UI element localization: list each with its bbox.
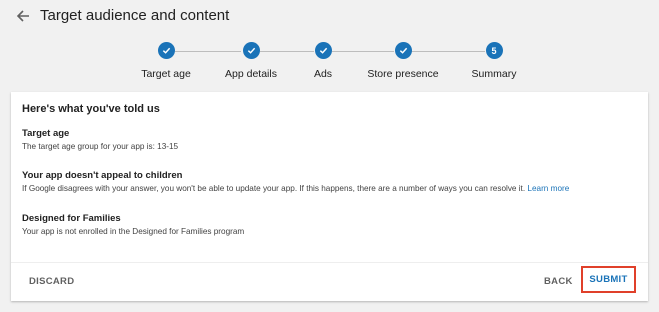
check-icon	[314, 42, 332, 59]
page-title: Target audience and content	[40, 7, 230, 24]
card-title: Here's what you've told us	[22, 103, 160, 115]
check-icon	[157, 42, 175, 59]
progress-stepper: Target age App details Ads Store presenc…	[0, 38, 659, 88]
section-text-target-age: The target age group for your app is: 13…	[22, 142, 179, 151]
appeal-description: If Google disagrees with your answer, yo…	[22, 184, 526, 193]
step-summary[interactable]: 5 Summary	[444, 42, 544, 80]
section-heading-target-age: Target age	[22, 128, 70, 139]
step-label: Ads	[313, 68, 333, 80]
check-icon	[242, 42, 260, 59]
footer-divider	[11, 262, 648, 263]
step-label: Store presence	[367, 68, 439, 80]
step-label: Summary	[471, 68, 517, 80]
submit-button[interactable]: SUBMIT	[581, 266, 636, 293]
step-label: Target age	[141, 68, 191, 80]
page-header: Target audience and content	[0, 0, 659, 34]
check-icon	[394, 42, 412, 59]
discard-button[interactable]: DISCARD	[29, 276, 74, 287]
back-button[interactable]: BACK	[544, 276, 573, 287]
section-heading-families: Designed for Families	[22, 213, 121, 224]
section-heading-appeal: Your app doesn't appeal to children	[22, 170, 183, 181]
step-label: App details	[225, 68, 277, 80]
section-text-appeal: If Google disagrees with your answer, yo…	[22, 184, 569, 193]
section-text-families: Your app is not enrolled in the Designed…	[22, 227, 245, 236]
step-store-presence[interactable]: Store presence	[353, 42, 453, 80]
step-number-badge: 5	[485, 42, 503, 59]
back-arrow-icon[interactable]	[14, 7, 32, 25]
summary-card: Here's what you've told us Target age Th…	[11, 92, 648, 301]
learn-more-link[interactable]: Learn more	[527, 184, 569, 193]
